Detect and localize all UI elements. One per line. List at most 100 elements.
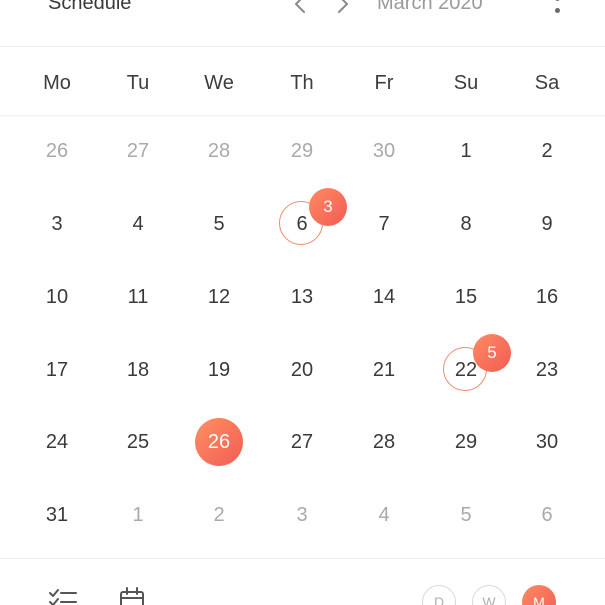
day-cell[interactable]: 5 (436, 485, 496, 545)
page-title: Schedule (48, 0, 132, 14)
day-number: 21 (372, 359, 396, 381)
next-month-button[interactable] (333, 0, 353, 16)
day-cell[interactable]: 6 (517, 485, 577, 545)
day-cell-with-events[interactable]: 63 (272, 188, 347, 254)
day-cell[interactable]: 5 (189, 194, 249, 254)
day-number: 29 (290, 140, 314, 162)
more-menu-button[interactable] (550, 0, 566, 20)
weekday-label: Mo (43, 72, 71, 94)
day-cell[interactable]: 1 (108, 485, 168, 545)
day-number: 2 (541, 140, 553, 162)
day-cell[interactable]: 30 (517, 412, 577, 472)
month-grid: 26 27 28 29 30 1 2 3 4 5 6 3 7 8 9 10 11 12 13 14 15 16 17 18 19… (0, 115, 605, 558)
day-number: 7 (378, 213, 390, 235)
day-number: 26 (207, 431, 231, 453)
day-number: 3 (51, 213, 63, 235)
day-number: 3 (296, 504, 308, 526)
day-cell[interactable]: 21 (354, 340, 414, 400)
calendar-app: Schedule March 2020 Mo Tu We Th Fr Su Sa 26 27 2… (0, 0, 605, 605)
week-view-button[interactable]: W (472, 585, 506, 605)
prev-month-button[interactable] (290, 0, 310, 16)
day-cell[interactable]: 23 (517, 340, 577, 400)
event-count-badge: 5 (473, 334, 511, 372)
chevron-left-icon (295, 0, 305, 13)
day-cell[interactable]: 2 (189, 485, 249, 545)
day-cell[interactable]: 31 (27, 485, 87, 545)
day-number: 27 (126, 140, 150, 162)
day-number: 2 (213, 504, 225, 526)
chevron-right-icon (338, 0, 348, 13)
day-number: 27 (290, 431, 314, 453)
day-cell[interactable]: 16 (517, 267, 577, 327)
day-cell[interactable]: 25 (108, 412, 168, 472)
day-cell[interactable]: 8 (436, 194, 496, 254)
day-number: 9 (541, 213, 553, 235)
day-cell[interactable]: 20 (272, 340, 332, 400)
day-number: 31 (45, 504, 69, 526)
day-number: 6 (541, 504, 553, 526)
day-number: 18 (126, 359, 150, 381)
weekday-label: Th (290, 72, 314, 94)
month-label[interactable]: March 2020 (377, 0, 483, 15)
day-number: 30 (372, 140, 396, 162)
day-cell[interactable]: 9 (517, 194, 577, 254)
day-cell[interactable]: 27 (272, 412, 332, 472)
checklist-icon (49, 589, 77, 605)
day-cell[interactable]: 11 (108, 267, 168, 327)
day-cell[interactable]: 29 (272, 121, 332, 181)
day-number: 1 (460, 140, 472, 162)
day-cell[interactable]: 3 (272, 485, 332, 545)
day-cell[interactable]: 30 (354, 121, 414, 181)
day-number: 28 (207, 140, 231, 162)
day-number: 29 (454, 431, 478, 453)
weekday-label: Tu (126, 72, 150, 94)
day-number: 26 (45, 140, 69, 162)
day-cell[interactable]: 2 (517, 121, 577, 181)
event-count-badge: 3 (309, 188, 347, 226)
day-cell[interactable]: 1 (436, 121, 496, 181)
day-cell[interactable]: 29 (436, 412, 496, 472)
calendar-icon (120, 587, 144, 605)
day-number: 20 (290, 359, 314, 381)
calendar-button[interactable] (119, 587, 145, 605)
day-cell[interactable]: 27 (108, 121, 168, 181)
day-cell[interactable]: 18 (108, 340, 168, 400)
day-number: 23 (535, 359, 559, 381)
day-cell[interactable]: 4 (354, 485, 414, 545)
day-number: 28 (372, 431, 396, 453)
day-cell[interactable]: 14 (354, 267, 414, 327)
day-number: 13 (290, 286, 314, 308)
day-number: 8 (460, 213, 472, 235)
day-cell[interactable]: 7 (354, 194, 414, 254)
day-number: 5 (213, 213, 225, 235)
weekday-label: Su (453, 72, 479, 94)
task-list-button[interactable] (48, 587, 78, 605)
day-cell[interactable]: 28 (189, 121, 249, 181)
day-cell[interactable]: 13 (272, 267, 332, 327)
day-cell[interactable]: 15 (436, 267, 496, 327)
day-cell[interactable]: 10 (27, 267, 87, 327)
day-cell[interactable]: 4 (108, 194, 168, 254)
day-number: 11 (127, 286, 149, 308)
day-cell[interactable]: 28 (354, 412, 414, 472)
day-view-button[interactable]: D (422, 585, 456, 605)
weekday-label: Fr (374, 72, 394, 94)
day-cell-today[interactable]: 26 (189, 412, 249, 472)
day-cell[interactable]: 24 (27, 412, 87, 472)
day-number: 4 (132, 213, 144, 235)
day-number: 5 (460, 504, 472, 526)
day-number: 19 (207, 359, 231, 381)
footer-toolbar: D W M (0, 558, 605, 605)
day-cell[interactable]: 12 (189, 267, 249, 327)
day-cell[interactable]: 17 (27, 340, 87, 400)
day-cell[interactable]: 3 (27, 194, 87, 254)
day-number: 25 (126, 431, 150, 453)
month-view-button[interactable]: M (522, 585, 556, 605)
header: Schedule March 2020 (0, 0, 605, 47)
day-number: 14 (372, 286, 396, 308)
more-vertical-icon (555, 0, 560, 1)
day-cell[interactable]: 19 (189, 340, 249, 400)
day-cell-with-events[interactable]: 22 5 (436, 334, 511, 400)
weekday-label: We (204, 72, 234, 94)
day-cell[interactable]: 26 (27, 121, 87, 181)
